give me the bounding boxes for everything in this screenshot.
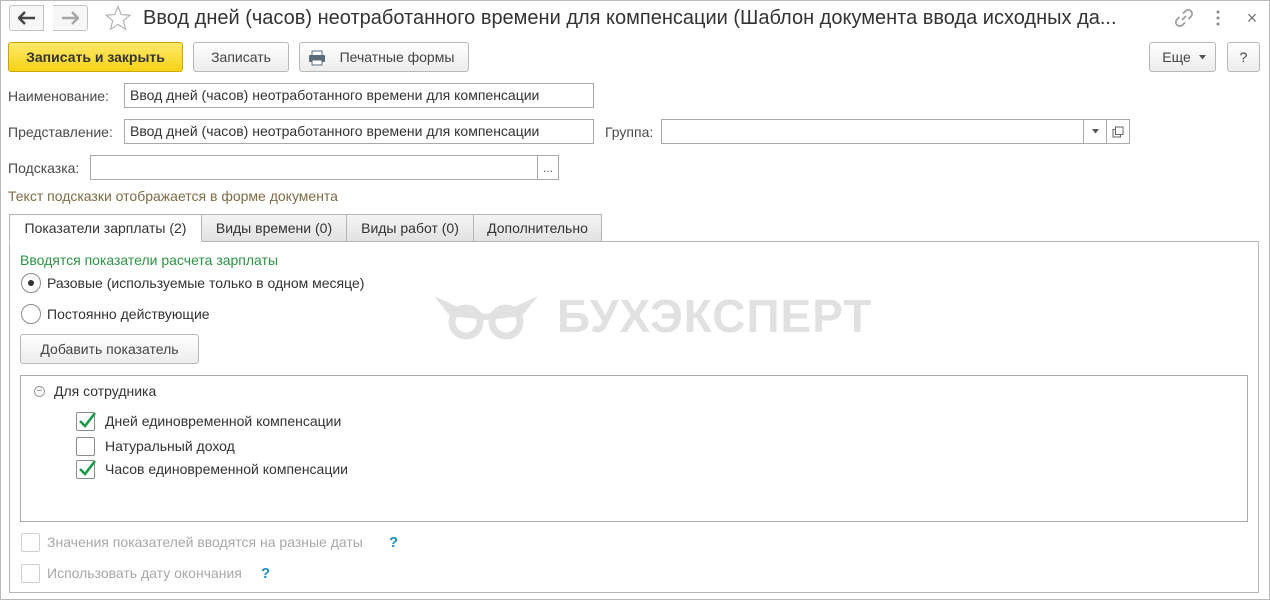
- indicators-tree[interactable]: − Для сотрудника Дней единовременной ком…: [20, 375, 1248, 522]
- tree-item-label[interactable]: Натуральный доход: [105, 437, 235, 456]
- tree-item-label[interactable]: Часов единовременной компенсации: [105, 460, 348, 479]
- tab-time-types[interactable]: Виды времени (0): [201, 214, 347, 242]
- radio-permanent-label[interactable]: Постоянно действующие: [47, 304, 210, 324]
- chevron-down-icon: [1091, 129, 1099, 134]
- hint-label: Подсказка:: [8, 160, 80, 176]
- different-dates-label: Значения показателей вводятся на разные …: [47, 534, 363, 550]
- checkbox-compensation-hours[interactable]: [76, 460, 96, 479]
- arrow-right-icon: [62, 11, 79, 25]
- print-forms-button[interactable]: Печатные формы: [299, 42, 469, 72]
- watermark-text: БУХЭКСПЕРТ: [557, 290, 873, 342]
- end-date-label: Использовать дату окончания: [47, 565, 242, 581]
- owl-logo-icon: [434, 296, 538, 340]
- arrow-left-icon: [17, 11, 35, 25]
- checkmark-icon: [79, 460, 96, 476]
- collapse-toggle-icon[interactable]: −: [34, 386, 45, 397]
- tree-item-label[interactable]: Дней единовременной компенсации: [105, 412, 341, 431]
- checkbox-end-date[interactable]: [21, 564, 40, 583]
- more-menu-label: Еще: [1162, 49, 1191, 65]
- save-and-close-button[interactable]: Записать и закрыть: [8, 42, 183, 72]
- link-button[interactable]: [1172, 6, 1196, 30]
- group-open-button[interactable]: [1106, 119, 1130, 144]
- chevron-down-icon: [1199, 55, 1206, 60]
- print-forms-label: Печатные формы: [339, 49, 455, 65]
- representation-field[interactable]: Ввод дней (часов) неотработанного времен…: [124, 119, 594, 144]
- tree-group-employee[interactable]: Для сотрудника: [54, 382, 156, 400]
- hint-select-button[interactable]: ...: [537, 155, 559, 180]
- tab-additional[interactable]: Дополнительно: [473, 214, 602, 242]
- checkbox-compensation-days[interactable]: [76, 412, 96, 431]
- tab-salary-indicators[interactable]: Показатели зарплаты (2): [9, 214, 202, 242]
- window-title: Ввод дней (часов) неотработанного времен…: [143, 7, 1117, 29]
- radio-one-time[interactable]: [21, 273, 41, 293]
- help-button[interactable]: ?: [1227, 42, 1260, 72]
- hint-note: Текст подсказки отображается в форме док…: [8, 188, 338, 204]
- name-field[interactable]: Ввод дней (часов) неотработанного времен…: [124, 83, 594, 108]
- checkmark-icon: [79, 412, 96, 428]
- favorite-star-button[interactable]: [104, 4, 132, 31]
- panel-heading: Вводятся показатели расчета зарплаты: [20, 252, 279, 268]
- link-icon: [1175, 9, 1193, 27]
- forward-button[interactable]: [53, 5, 88, 31]
- star-icon: [104, 4, 132, 31]
- name-label: Наименование:: [8, 88, 109, 104]
- group-dropdown-button[interactable]: [1083, 119, 1107, 144]
- representation-label: Представление:: [8, 124, 113, 140]
- more-vertical-icon: [1216, 10, 1220, 26]
- open-icon: [1112, 126, 1124, 137]
- save-button[interactable]: Записать: [193, 42, 289, 72]
- group-field[interactable]: [661, 119, 1084, 144]
- back-button[interactable]: [9, 5, 44, 31]
- close-icon[interactable]: ×: [1240, 6, 1264, 30]
- watermark: БУХЭКСПЕРТ: [432, 290, 912, 342]
- help-question-icon[interactable]: ?: [389, 533, 398, 552]
- tab-work-types[interactable]: Виды работ (0): [346, 214, 474, 242]
- radio-selected-dot: [28, 280, 34, 286]
- add-indicator-button[interactable]: Добавить показатель: [20, 334, 199, 364]
- radio-one-time-label[interactable]: Разовые (используемые только в одном мес…: [47, 273, 364, 293]
- more-menu-button[interactable]: Еще: [1149, 42, 1216, 72]
- checkbox-different-dates[interactable]: [21, 533, 40, 552]
- more-actions-button[interactable]: [1206, 6, 1230, 30]
- printer-icon: [309, 50, 325, 66]
- hint-field[interactable]: [90, 155, 538, 180]
- radio-permanent[interactable]: [21, 304, 41, 324]
- help-question-icon[interactable]: ?: [261, 564, 270, 583]
- group-label: Группа:: [605, 124, 654, 140]
- checkbox-natural-income[interactable]: [76, 437, 95, 456]
